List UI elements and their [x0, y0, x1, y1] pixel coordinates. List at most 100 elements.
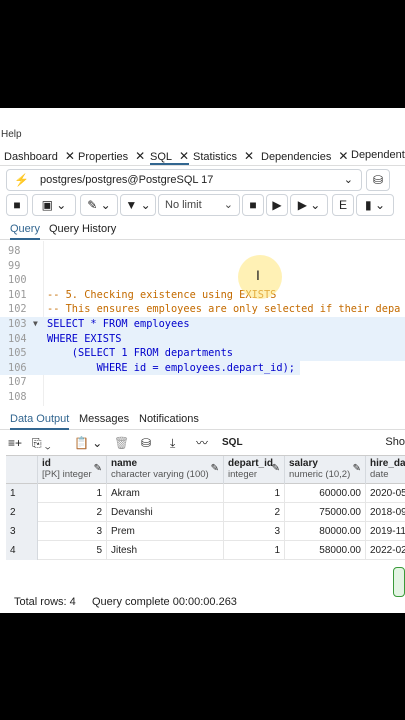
pencil-icon: ✎ — [87, 198, 98, 212]
fold-chevron-icon[interactable]: ▼ — [33, 317, 38, 332]
tab-label: Dependents — [351, 149, 405, 161]
code-line: 102 -- This ensures employees are only se… — [0, 302, 405, 317]
graph-icon[interactable]: 〰 — [196, 432, 208, 454]
row-number[interactable]: 4 — [6, 541, 38, 560]
close-icon[interactable]: ✕ — [65, 149, 75, 163]
edit-button[interactable]: ✎ ⌄ — [80, 194, 118, 216]
cell-depart-id[interactable]: 1 — [224, 541, 285, 560]
query-complete-text: Query complete 00:00:00.263 — [92, 596, 237, 608]
cell-salary[interactable]: 80000.00 — [285, 522, 366, 541]
sql-editor[interactable]: 98 99 100 101 -- 5. Checking existence us… — [0, 241, 405, 406]
cell-salary[interactable]: 58000.00 — [285, 541, 366, 560]
cell-hire-date[interactable]: 2019-11 — [366, 522, 405, 541]
explain-analyze-button[interactable]: E — [332, 194, 354, 216]
tab-query[interactable]: Query — [10, 223, 40, 240]
code-line: 105 (SELECT 1 FROM departments — [0, 346, 405, 361]
tab-properties[interactable]: Properties ✕ — [78, 149, 145, 163]
close-icon[interactable]: ✕ — [135, 149, 145, 163]
cell-hire-date[interactable]: 2018-09 — [366, 503, 405, 522]
cell-salary[interactable]: 60000.00 — [285, 484, 366, 503]
tab-label: Properties — [78, 151, 129, 163]
connection-selector[interactable]: ⚡ postgres/postgres@PostgreSQL 17 ⌄ — [6, 169, 362, 191]
close-icon[interactable]: ✕ — [179, 149, 189, 163]
paste-icon[interactable]: 📋 ⌄ — [74, 432, 102, 454]
sql-icon[interactable]: SQL — [222, 432, 243, 454]
database-icon[interactable]: ⛁ — [366, 169, 390, 191]
download-icon[interactable]: ⤓ — [170, 432, 175, 454]
cell-id[interactable]: 1 — [38, 484, 107, 503]
copy-icon[interactable]: ⎘ ⌄ — [32, 432, 51, 454]
code-line: 104 WHERE EXISTS — [0, 331, 405, 347]
delete-icon[interactable]: 🗑 — [114, 432, 129, 454]
close-icon[interactable]: ✕ — [338, 149, 348, 163]
tab-dependents[interactable]: Dependents — [351, 149, 405, 161]
table-row[interactable]: 4 5 Jitesh 1 58000.00 2022-02 — [6, 541, 405, 560]
code-line: 101 -- 5. Checking existence using EXISTS — [0, 288, 405, 303]
line-number: 108 — [8, 391, 27, 403]
close-icon[interactable]: ✕ — [244, 149, 254, 163]
play-icon: ▶ — [272, 198, 282, 212]
tab-query-history[interactable]: Query History — [49, 223, 116, 235]
query-tabs: Query Query History — [0, 220, 405, 240]
open-file-button[interactable]: ■ — [6, 194, 28, 216]
code-line: 103 ▼ SELECT * FROM employees — [0, 317, 405, 332]
cell-name[interactable]: Akram — [107, 484, 224, 503]
chart-button[interactable]: ▮ ⌄ — [356, 194, 394, 216]
cell-hire-date[interactable]: 2020-05 — [366, 484, 405, 503]
tab-dependencies[interactable]: Dependencies ✕ — [261, 149, 348, 163]
cell-name[interactable]: Jitesh — [107, 541, 224, 560]
cell-name[interactable]: Devanshi — [107, 503, 224, 522]
show-button[interactable]: Sho — [385, 436, 405, 448]
execute-button[interactable]: ▶ — [266, 194, 288, 216]
row-number-header — [6, 456, 38, 484]
pencil-icon: ✎ — [271, 463, 280, 474]
line-number: 101 — [8, 288, 27, 301]
cell-name[interactable]: Prem — [107, 522, 224, 541]
tab-data-output[interactable]: Data Output — [10, 413, 70, 430]
cell-depart-id[interactable]: 3 — [224, 522, 285, 541]
column-header-hire-date[interactable]: hire_datedate — [366, 456, 405, 484]
data-grid: id [PK] integer ✎ name character varying (1… — [6, 455, 405, 568]
explain-button[interactable]: ▶ ⌄ — [290, 194, 328, 216]
cell-id[interactable]: 3 — [38, 522, 107, 541]
cell-hire-date[interactable]: 2022-02 — [366, 541, 405, 560]
row-number[interactable]: 1 — [6, 484, 38, 503]
tab-statistics[interactable]: Statistics ✕ — [193, 149, 254, 163]
add-row-icon[interactable]: ≡+ — [8, 432, 22, 454]
cell-id[interactable]: 5 — [38, 541, 107, 560]
chevron-down-icon: ⌄ — [97, 198, 111, 212]
table-row[interactable]: 1 1 Akram 1 60000.00 2020-05 — [6, 484, 405, 503]
cell-depart-id[interactable]: 2 — [224, 503, 285, 522]
column-header-salary[interactable]: salary numeric (10,2) ✎ — [285, 456, 366, 484]
row-number[interactable]: 2 — [6, 503, 38, 522]
column-header-depart-id[interactable]: depart_id integer ✎ — [224, 456, 285, 484]
stop-button[interactable]: ■ — [242, 194, 264, 216]
tab-notifications[interactable]: Notifications — [139, 413, 199, 425]
filter-button[interactable]: ▼ ⌄ — [120, 194, 156, 216]
query-toolbar: ■ ▣ ⌄ ✎ ⌄ ▼ ⌄ No limit ⌄ ■ ▶ ▶ ⌄ E ▮ ⌄ — [6, 194, 405, 216]
tab-sql[interactable]: SQL ✕ — [150, 149, 190, 165]
text-cursor-icon: I — [256, 267, 260, 283]
line-number: 100 — [8, 274, 27, 287]
menu-help[interactable]: Help — [1, 129, 22, 140]
save-data-icon[interactable]: ⛁ — [141, 432, 151, 454]
chevron-down-icon: ⌄ — [223, 199, 233, 211]
cell-id[interactable]: 2 — [38, 503, 107, 522]
tab-dashboard[interactable]: Dashboard ✕ — [4, 149, 75, 163]
code-text: WHERE EXISTS — [47, 332, 122, 345]
line-number: 104 — [8, 332, 27, 345]
line-number: 106 — [8, 361, 27, 374]
column-header-id[interactable]: id [PK] integer ✎ — [38, 456, 107, 484]
save-button[interactable]: ▣ ⌄ — [32, 194, 76, 216]
tab-messages[interactable]: Messages — [79, 413, 129, 425]
column-header-name[interactable]: name character varying (100) ✎ — [107, 456, 224, 484]
plug-icon: ⚡ — [14, 173, 29, 187]
table-row[interactable]: 3 3 Prem 3 80000.00 2019-11 — [6, 522, 405, 541]
column-name: name — [111, 458, 138, 469]
row-number[interactable]: 3 — [6, 522, 38, 541]
status-bar: Total rows: 4 Query complete 00:00:00.26… — [6, 591, 405, 613]
table-row[interactable]: 2 2 Devanshi 2 75000.00 2018-09 — [6, 503, 405, 522]
cell-salary[interactable]: 75000.00 — [285, 503, 366, 522]
cell-depart-id[interactable]: 1 — [224, 484, 285, 503]
limit-select[interactable]: No limit ⌄ — [158, 194, 240, 216]
